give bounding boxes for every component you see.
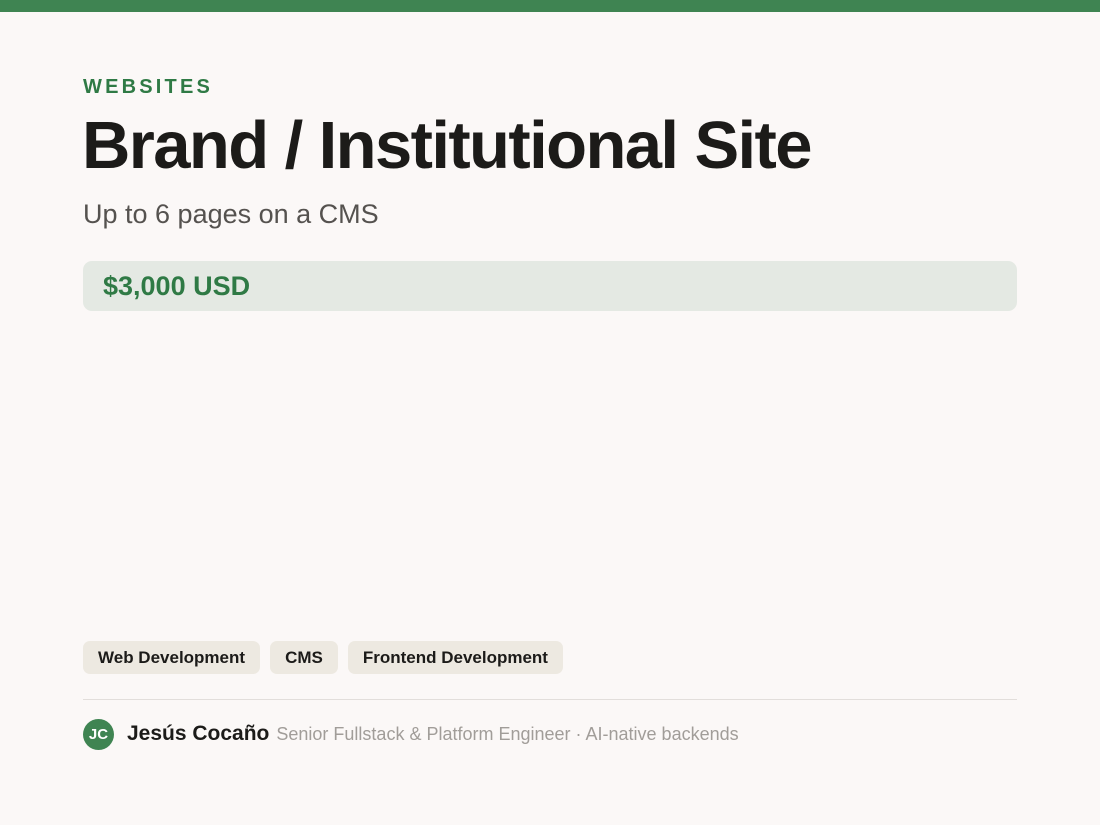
tag-frontend-development[interactable]: Frontend Development: [347, 641, 563, 674]
price-label: $3,000 USD: [103, 270, 251, 301]
tag-web-development[interactable]: Web Development: [83, 641, 261, 674]
author-role: Senior Fullstack & Platform Engineer · A…: [276, 723, 739, 744]
accent-top-bar: [0, 0, 1100, 12]
page-title: Brand / Institutional Site: [82, 108, 813, 183]
author-name: Jesús Cocaño: [127, 722, 270, 745]
avatar: JC: [83, 718, 114, 750]
price-box: $3,000 USD: [83, 261, 1017, 311]
tag-cms[interactable]: CMS: [270, 641, 338, 674]
tag-list: Web Development CMS Frontend Development: [83, 641, 563, 674]
page-subtitle: Up to 6 pages on a CMS: [83, 199, 379, 229]
footer-divider: [83, 699, 1017, 700]
category-label: WEBSITES: [83, 76, 214, 98]
author-byline: JC Jesús Cocaño Senior Fullstack & Platf…: [83, 718, 739, 750]
